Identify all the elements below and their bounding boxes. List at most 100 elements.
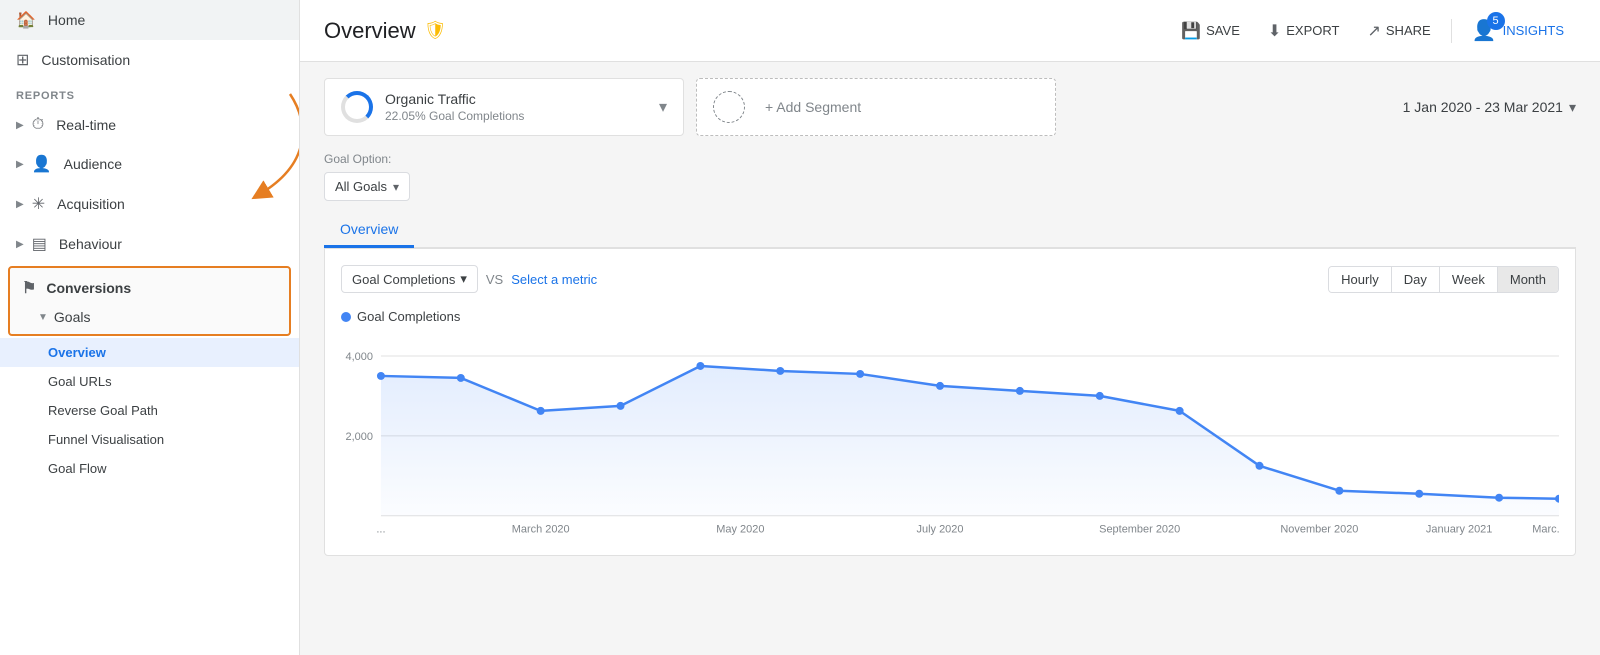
save-label: SAVE [1206,23,1240,38]
conversions-label: Conversions [46,280,131,296]
svg-text:May 2020: May 2020 [716,524,764,536]
add-segment-circle-icon [713,91,745,123]
goals-arrow-icon: ▼ [38,312,48,323]
svg-text:November 2020: November 2020 [1280,524,1358,536]
svg-text:September 2020: September 2020 [1099,524,1180,536]
export-label: EXPORT [1286,23,1339,38]
goals-label: Goals [54,309,91,325]
goals-header[interactable]: ▼ Goals [10,304,289,330]
insights-badge: 5 [1487,12,1505,30]
segment-spinner [341,91,373,123]
add-segment-label: + Add Segment [765,99,861,115]
metric-select-chevron-icon: ▾ [460,271,467,287]
sidebar-behaviour-label: Behaviour [59,236,122,252]
select-metric-link[interactable]: Select a metric [511,272,597,287]
sidebar-item-goal-flow[interactable]: Goal Flow [0,454,299,483]
svg-text:4,000: 4,000 [345,351,372,363]
goal-option-chevron-icon: ▾ [393,180,399,194]
goal-option-label: Goal Option: [324,152,1576,166]
conversions-section: ⚑ Conversions ▼ Goals [0,264,299,338]
flag-icon: ⚑ [22,278,36,298]
time-btn-week[interactable]: Week [1440,267,1498,292]
chart-container: Goal Completions ▾ VS Select a metric Ho… [324,248,1576,556]
segment-name: Organic Traffic [385,91,647,107]
header-divider [1451,19,1452,43]
segment-chevron-icon[interactable]: ▾ [659,97,667,117]
sidebar-item-audience[interactable]: 👤 Audience [0,144,299,184]
export-button[interactable]: ⬇ EXPORT [1256,15,1352,47]
date-picker[interactable]: 1 Jan 2020 - 23 Mar 2021 ▾ [1403,99,1576,116]
insights-label: INSIGHTS [1503,23,1564,38]
svg-text:July 2020: July 2020 [917,524,964,536]
date-range-text: 1 Jan 2020 - 23 Mar 2021 [1403,99,1563,115]
reports-section-label: REPORTS [0,80,299,106]
sidebar-audience-label: Audience [64,156,122,172]
sidebar-item-reverse-goal-path[interactable]: Reverse Goal Path [0,396,299,425]
vs-label: VS [486,272,503,287]
segment-bar: Organic Traffic 22.05% Goal Completions … [324,78,1576,136]
time-btn-day[interactable]: Day [1392,267,1440,292]
behaviour-icon: ▤ [32,234,47,254]
sidebar-item-acquisition[interactable]: ✳ Acquisition [0,184,299,224]
sidebar-customisation-label: Customisation [41,52,130,68]
goal-option-value: All Goals [335,179,387,194]
share-label: SHARE [1386,23,1431,38]
content-area: Organic Traffic 22.05% Goal Completions … [300,62,1600,655]
share-button[interactable]: ↗ SHARE [1355,15,1442,47]
svg-text:...: ... [376,524,385,536]
segment-card-organic: Organic Traffic 22.05% Goal Completions … [324,78,684,136]
metric-select-label: Goal Completions [352,272,455,287]
chart-svg: 4,000 2,000 [341,336,1559,536]
export-icon: ⬇ [1268,21,1281,41]
sidebar-item-behaviour[interactable]: ▤ Behaviour [0,224,299,264]
shield-icon: 🛡 [424,20,447,41]
chart-legend: Goal Completions [341,309,1559,324]
main-content: Overview 🛡 💾 SAVE ⬇ EXPORT ↗ SHARE 👤 5 [300,0,1600,655]
customisation-icon: ⊞ [16,50,29,70]
goal-option-select[interactable]: All Goals ▾ [324,172,410,201]
sidebar-item-overview[interactable]: Overview [0,338,299,367]
page-title-container: Overview 🛡 [324,18,447,44]
insights-button[interactable]: 👤 5 INSIGHTS [1460,12,1576,49]
sidebar-acquisition-label: Acquisition [57,196,125,212]
svg-text:Marc...: Marc... [1532,524,1559,536]
chart-svg-container: 4,000 2,000 [341,336,1559,539]
home-icon: 🏠 [16,10,36,30]
sidebar: 🏠 Home ⊞ Customisation REPORTS ⏱ Real-ti… [0,0,300,655]
add-segment-card[interactable]: + Add Segment [696,78,1056,136]
main-header: Overview 🛡 💾 SAVE ⬇ EXPORT ↗ SHARE 👤 5 [300,0,1600,62]
audience-icon: 👤 [32,154,52,174]
goals-sub-nav: Overview Goal URLs Reverse Goal Path Fun… [0,338,299,483]
metric-controls: Goal Completions ▾ VS Select a metric [341,265,597,293]
legend-label: Goal Completions [357,309,460,324]
svg-text:2,000: 2,000 [345,431,372,443]
sidebar-realtime-label: Real-time [56,117,116,133]
segment-info: Organic Traffic 22.05% Goal Completions [385,91,647,123]
sidebar-item-realtime[interactable]: ⏱ Real-time [0,106,299,144]
goal-option-section: Goal Option: All Goals ▾ [324,152,1576,201]
chart-controls: Goal Completions ▾ VS Select a metric Ho… [341,265,1559,293]
sidebar-item-funnel-visualisation[interactable]: Funnel Visualisation [0,425,299,454]
acquisition-icon: ✳ [32,194,45,214]
conversions-header[interactable]: ⚑ Conversions [10,272,289,304]
time-buttons: Hourly Day Week Month [1328,266,1559,293]
svg-text:March 2020: March 2020 [512,524,570,536]
tab-overview[interactable]: Overview [324,213,414,248]
sidebar-item-home[interactable]: 🏠 Home [0,0,299,40]
date-chevron-icon: ▾ [1569,99,1576,116]
tabs-row: Overview [324,213,1576,248]
sidebar-item-goal-urls[interactable]: Goal URLs [0,367,299,396]
metric-select[interactable]: Goal Completions ▾ [341,265,478,293]
sidebar-item-customisation[interactable]: ⊞ Customisation [0,40,299,80]
realtime-icon: ⏱ [32,116,44,134]
save-button[interactable]: 💾 SAVE [1169,15,1252,47]
time-btn-month[interactable]: Month [1498,267,1558,292]
conversions-box: ⚑ Conversions ▼ Goals [8,266,291,336]
time-btn-hourly[interactable]: Hourly [1329,267,1392,292]
page-title: Overview [324,18,416,44]
svg-text:January 2021: January 2021 [1426,524,1492,536]
insights-icon-container: 👤 5 [1472,18,1497,43]
save-icon: 💾 [1181,21,1201,41]
segment-sub: 22.05% Goal Completions [385,109,647,123]
header-actions: 💾 SAVE ⬇ EXPORT ↗ SHARE 👤 5 INSIGHTS [1169,12,1576,49]
